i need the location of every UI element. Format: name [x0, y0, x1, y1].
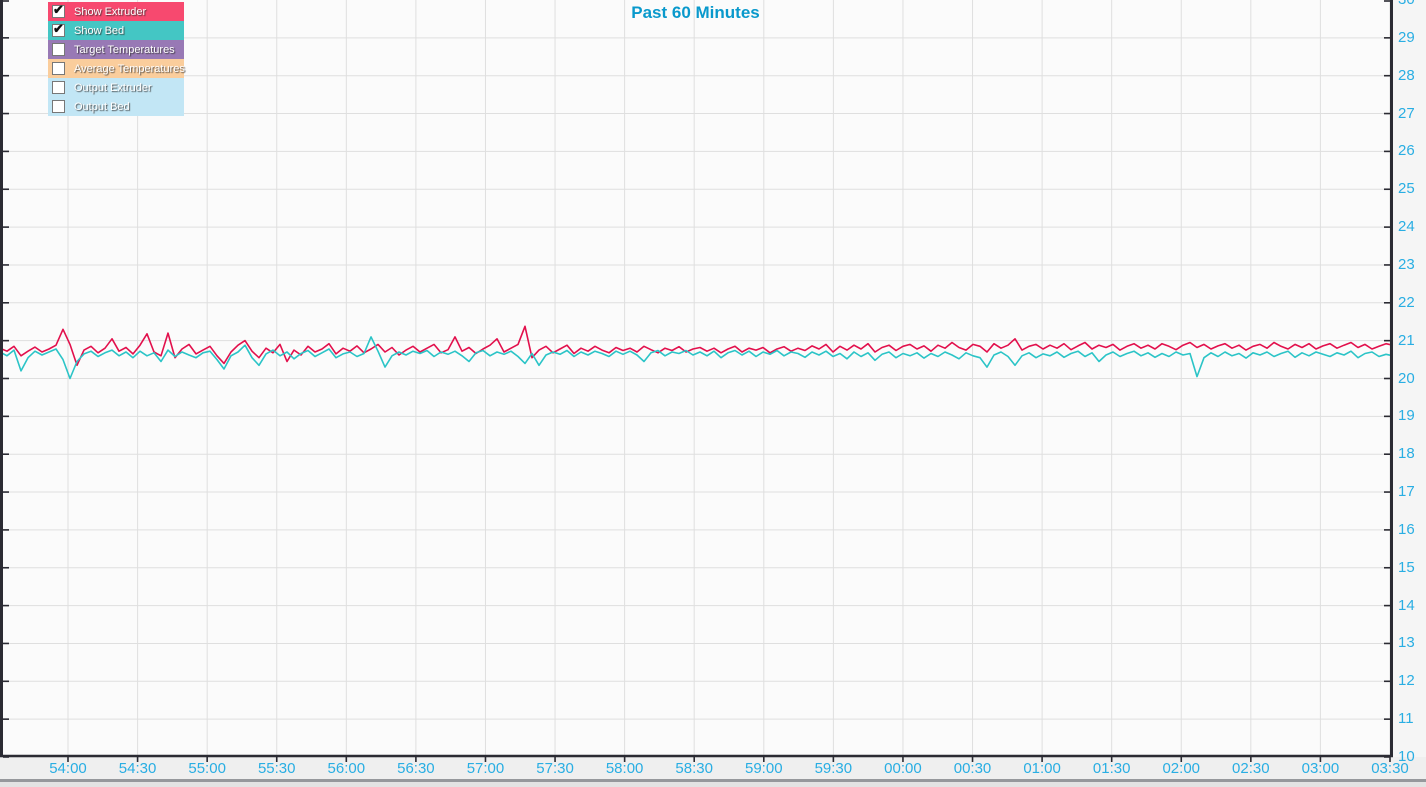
y-tick-label: 19 — [1398, 407, 1426, 424]
legend-label: Output Bed — [74, 101, 130, 113]
x-tick-label: 57:00 — [454, 760, 516, 777]
temperature-graph-panel: Past 60 Minutes ✔ Show Extruder ✔ Show B… — [0, 0, 1426, 787]
panel-bottom-border — [0, 779, 1426, 782]
x-tick-label: 01:00 — [1011, 760, 1073, 777]
panel-bottom-edge — [0, 782, 1426, 787]
x-tick-label: 03:30 — [1359, 760, 1421, 777]
legend-label: Average Temperatures — [74, 63, 185, 75]
y-tick-label: 13 — [1398, 634, 1426, 651]
legend-checkbox[interactable]: ✔ — [52, 5, 65, 18]
x-tick-label: 58:00 — [594, 760, 656, 777]
y-tick-label: 29 — [1398, 29, 1426, 46]
y-tick-label: 17 — [1398, 483, 1426, 500]
y-tick-label: 27 — [1398, 105, 1426, 122]
legend-item-average-temperatures[interactable]: Average Temperatures — [48, 59, 184, 78]
legend-checkbox[interactable]: ✔ — [52, 24, 65, 37]
y-tick-label: 26 — [1398, 142, 1426, 159]
legend-label: Show Extruder — [74, 6, 146, 18]
y-tick-label: 12 — [1398, 672, 1426, 689]
legend-checkbox[interactable] — [52, 100, 65, 113]
y-tick-label: 20 — [1398, 370, 1426, 387]
x-tick-label: 58:30 — [663, 760, 725, 777]
y-tick-label: 25 — [1398, 180, 1426, 197]
y-tick-label: 15 — [1398, 559, 1426, 576]
legend-item-show-bed[interactable]: ✔ Show Bed — [48, 21, 184, 40]
y-tick-label: 14 — [1398, 597, 1426, 614]
x-tick-label: 56:00 — [315, 760, 377, 777]
x-tick-label: 02:30 — [1220, 760, 1282, 777]
legend-item-target-temperatures[interactable]: Target Temperatures — [48, 40, 184, 59]
x-tick-label: 55:00 — [176, 760, 238, 777]
x-tick-label: 59:30 — [802, 760, 864, 777]
x-tick-label: 59:00 — [733, 760, 795, 777]
y-tick-label: 28 — [1398, 67, 1426, 84]
x-tick-label: 00:00 — [872, 760, 934, 777]
legend-checkbox[interactable] — [52, 62, 65, 75]
y-tick-label: 24 — [1398, 218, 1426, 235]
legend-label: Show Bed — [74, 25, 124, 37]
y-tick-label: 11 — [1398, 710, 1426, 727]
legend-item-show-extruder[interactable]: ✔ Show Extruder — [48, 2, 184, 21]
legend-label: Output Extruder — [74, 82, 152, 94]
x-tick-label: 02:00 — [1150, 760, 1212, 777]
x-tick-label: 57:30 — [524, 760, 586, 777]
y-tick-label: 21 — [1398, 332, 1426, 349]
x-tick-label: 54:00 — [37, 760, 99, 777]
x-tick-label: 55:30 — [246, 760, 308, 777]
y-tick-label: 16 — [1398, 521, 1426, 538]
legend-item-output-extruder[interactable]: Output Extruder — [48, 78, 184, 97]
x-tick-label: 03:00 — [1289, 760, 1351, 777]
x-tick-label: 00:30 — [942, 760, 1004, 777]
y-tick-label: 23 — [1398, 256, 1426, 273]
legend-checkbox[interactable] — [52, 81, 65, 94]
x-tick-label: 01:30 — [1081, 760, 1143, 777]
x-tick-label: 54:30 — [107, 760, 169, 777]
y-tick-label: 18 — [1398, 445, 1426, 462]
y-tick-label: 22 — [1398, 294, 1426, 311]
chart-title: Past 60 Minutes — [0, 3, 1391, 23]
x-tick-label: 56:30 — [385, 760, 447, 777]
legend-item-output-bed[interactable]: Output Bed — [48, 97, 184, 116]
legend: ✔ Show Extruder ✔ Show Bed Target Temper… — [48, 2, 184, 116]
temperature-chart — [0, 0, 1426, 787]
checkmark-icon: ✔ — [53, 3, 64, 16]
checkmark-icon: ✔ — [53, 22, 64, 35]
legend-label: Target Temperatures — [74, 44, 175, 56]
y-tick-label: 30 — [1398, 0, 1426, 8]
legend-checkbox[interactable] — [52, 43, 65, 56]
